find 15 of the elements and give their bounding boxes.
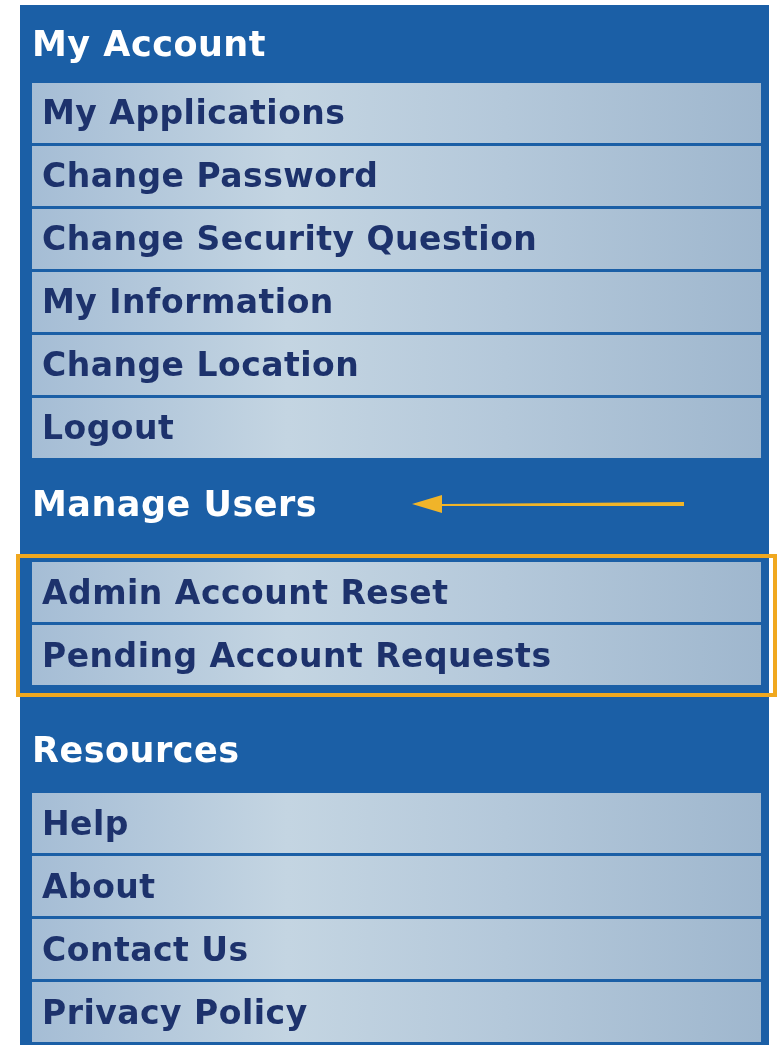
menu-link[interactable]: Admin Account Reset — [32, 562, 761, 623]
menu-link[interactable]: Change Location — [32, 334, 761, 395]
menu-link[interactable]: Logout — [32, 397, 761, 458]
section-heading: Manage Users — [32, 483, 318, 524]
menu-link[interactable]: Help — [32, 793, 761, 853]
menu-link[interactable]: About — [32, 856, 761, 916]
menu-link[interactable]: Privacy Policy — [32, 982, 761, 1042]
section-heading: My Account — [32, 23, 267, 64]
menu-link[interactable]: My Applications — [32, 82, 761, 143]
menu-link[interactable]: Contact Us — [32, 919, 761, 979]
menu-link[interactable]: Pending Account Requests — [32, 625, 761, 686]
menu-link[interactable]: My Information — [32, 271, 761, 332]
menu-link[interactable]: Change Password — [32, 145, 761, 206]
section-heading: Resources — [32, 730, 240, 771]
menu-link[interactable]: Change Security Question — [32, 208, 761, 269]
